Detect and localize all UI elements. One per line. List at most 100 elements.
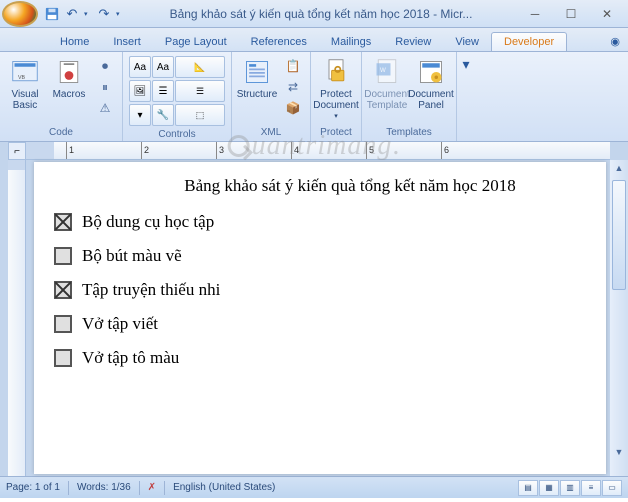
tab-references[interactable]: References <box>239 33 319 51</box>
ribbon: VB Visual Basic Macros ⏺ ⏸ ⚠ Code Aa Aa <box>0 52 628 142</box>
checkbox[interactable] <box>54 349 72 367</box>
macro-security-icon[interactable]: ⚠ <box>94 98 116 118</box>
full-screen-view-icon[interactable]: ▦ <box>539 480 559 496</box>
protect-document-label: Protect Document <box>313 89 359 111</box>
tab-mailings[interactable]: Mailings <box>319 33 383 51</box>
status-language[interactable]: English (United States) <box>173 482 275 493</box>
picture-control-icon[interactable]: 🖼 <box>129 80 151 102</box>
rich-text-control-icon[interactable]: Aa <box>129 56 151 78</box>
list-item-label: Bộ bút màu vẽ <box>82 246 182 266</box>
schema-icon[interactable]: 📋 <box>282 56 304 76</box>
tab-selector-icon[interactable]: ⌐ <box>8 142 26 160</box>
document-template-label: Document Template <box>364 89 410 111</box>
list-item-label: Bộ dung cụ học tập <box>82 212 214 232</box>
document-panel-button[interactable]: Document Panel <box>410 54 452 120</box>
tab-page-layout[interactable]: Page Layout <box>153 33 239 51</box>
scroll-down-icon[interactable]: ▼ <box>610 444 628 460</box>
tab-review[interactable]: Review <box>383 33 443 51</box>
dropdown-control-icon[interactable]: ▾ <box>129 104 151 126</box>
group-protect-label: Protect <box>315 126 357 139</box>
qat-customize-icon[interactable]: ▾ <box>116 10 124 18</box>
vertical-scrollbar[interactable]: ▲ ▼ <box>610 160 628 476</box>
group-control-icon[interactable]: ⬚ <box>175 104 225 126</box>
svg-text:W: W <box>380 67 386 74</box>
view-buttons: ▤ ▦ ▥ ≡ ▭ <box>518 480 622 496</box>
list-item: Tập truyện thiếu nhi <box>54 280 586 300</box>
window-controls: ─ ☐ ✕ <box>518 4 624 24</box>
undo-icon[interactable]: ↶ <box>64 6 80 22</box>
scroll-thumb[interactable] <box>612 180 626 290</box>
expansion-packs-icon[interactable]: 📦 <box>282 98 304 118</box>
status-words[interactable]: Words: 1/36 <box>77 482 131 493</box>
legacy-tools-icon[interactable]: 🔧 <box>152 104 174 126</box>
undo-dropdown-icon[interactable]: ▾ <box>84 10 92 18</box>
horizontal-ruler[interactable]: 1 2 3 4 5 6 <box>26 142 610 160</box>
transformation-icon[interactable]: ⇄ <box>282 77 304 97</box>
list-item: Vở tập tô màu <box>54 348 586 368</box>
group-xml-label: XML <box>236 126 306 139</box>
document-page[interactable]: Bảng khảo sát ý kiến quà tổng kết năm họ… <box>34 162 606 474</box>
ruler-mark: 1 <box>66 142 141 159</box>
group-controls: Aa Aa 📐 🖼 ☰ ☰ ▾ 🔧 ⬚ Controls <box>123 52 232 141</box>
list-item-label: Vở tập viết <box>82 314 158 334</box>
list-item: Bộ dung cụ học tập <box>54 212 586 232</box>
checkbox[interactable] <box>54 315 72 333</box>
macros-button[interactable]: Macros <box>48 54 90 120</box>
plain-text-control-icon[interactable]: Aa <box>152 56 174 78</box>
tab-home[interactable]: Home <box>48 33 101 51</box>
record-macro-icon[interactable]: ⏺ <box>94 56 116 76</box>
close-button[interactable]: ✕ <box>590 4 624 24</box>
ruler-mark: 6 <box>441 142 516 159</box>
help-icon[interactable]: ◉ <box>602 32 628 51</box>
tab-view[interactable]: View <box>443 33 491 51</box>
group-controls-label: Controls <box>127 128 227 141</box>
group-code-label: Code <box>4 126 118 139</box>
checkbox[interactable] <box>54 213 72 231</box>
structure-button[interactable]: Structure <box>236 54 278 120</box>
design-mode-icon[interactable]: 📐 <box>175 56 225 78</box>
ruler-mark: 2 <box>141 142 216 159</box>
protect-document-icon <box>320 56 352 88</box>
draft-view-icon[interactable]: ▭ <box>602 480 622 496</box>
document-heading: Bảng khảo sát ý kiến quà tổng kết năm họ… <box>114 176 586 196</box>
redo-icon[interactable]: ↷ <box>96 6 112 22</box>
status-page[interactable]: Page: 1 of 1 <box>6 482 60 493</box>
group-templates: W Document Template Document Panel Templ… <box>362 52 457 141</box>
group-templates-label: Templates <box>366 126 452 139</box>
list-item: Bộ bút màu vẽ <box>54 246 586 266</box>
status-proofing-icon[interactable]: ✗ <box>148 482 156 493</box>
properties-icon[interactable]: ☰ <box>175 80 225 102</box>
ribbon-scroll-down-icon[interactable]: ▾ <box>457 52 475 141</box>
print-layout-view-icon[interactable]: ▤ <box>518 480 538 496</box>
structure-label: Structure <box>237 89 278 100</box>
ruler-mark: 5 <box>366 142 441 159</box>
document-template-icon: W <box>371 56 403 88</box>
save-icon[interactable] <box>44 6 60 22</box>
list-item: Vở tập viết <box>54 314 586 334</box>
maximize-button[interactable]: ☐ <box>554 4 588 24</box>
scroll-up-icon[interactable]: ▲ <box>610 160 628 176</box>
status-bar: Page: 1 of 1 Words: 1/36 ✗ English (Unit… <box>0 476 628 498</box>
checkbox[interactable] <box>54 247 72 265</box>
document-panel-label: Document Panel <box>408 89 454 111</box>
ribbon-tabs: Home Insert Page Layout References Maili… <box>0 28 628 52</box>
document-template-button[interactable]: W Document Template <box>366 54 408 120</box>
protect-document-button[interactable]: Protect Document ▾ <box>315 54 357 120</box>
group-code: VB Visual Basic Macros ⏺ ⏸ ⚠ Code <box>0 52 123 141</box>
tab-insert[interactable]: Insert <box>101 33 153 51</box>
document-area: ⌐ 1 2 3 4 5 6 ▲ ▼ Bảng khảo sát ý kiến q… <box>0 142 628 476</box>
vertical-ruler[interactable] <box>8 160 26 476</box>
combo-box-control-icon[interactable]: ☰ <box>152 80 174 102</box>
list-item-label: Tập truyện thiếu nhi <box>82 280 220 300</box>
outline-view-icon[interactable]: ≡ <box>581 480 601 496</box>
macros-label: Macros <box>53 89 86 100</box>
title-bar: ↶ ▾ ↷ ▾ Bảng khảo sát ý kiến quà tổng kế… <box>0 0 628 28</box>
minimize-button[interactable]: ─ <box>518 4 552 24</box>
document-panel-icon <box>415 56 447 88</box>
pause-macro-icon[interactable]: ⏸ <box>94 77 116 97</box>
visual-basic-button[interactable]: VB Visual Basic <box>4 54 46 120</box>
tab-developer[interactable]: Developer <box>491 32 567 51</box>
checkbox[interactable] <box>54 281 72 299</box>
office-button[interactable] <box>2 1 38 27</box>
web-layout-view-icon[interactable]: ▥ <box>560 480 580 496</box>
